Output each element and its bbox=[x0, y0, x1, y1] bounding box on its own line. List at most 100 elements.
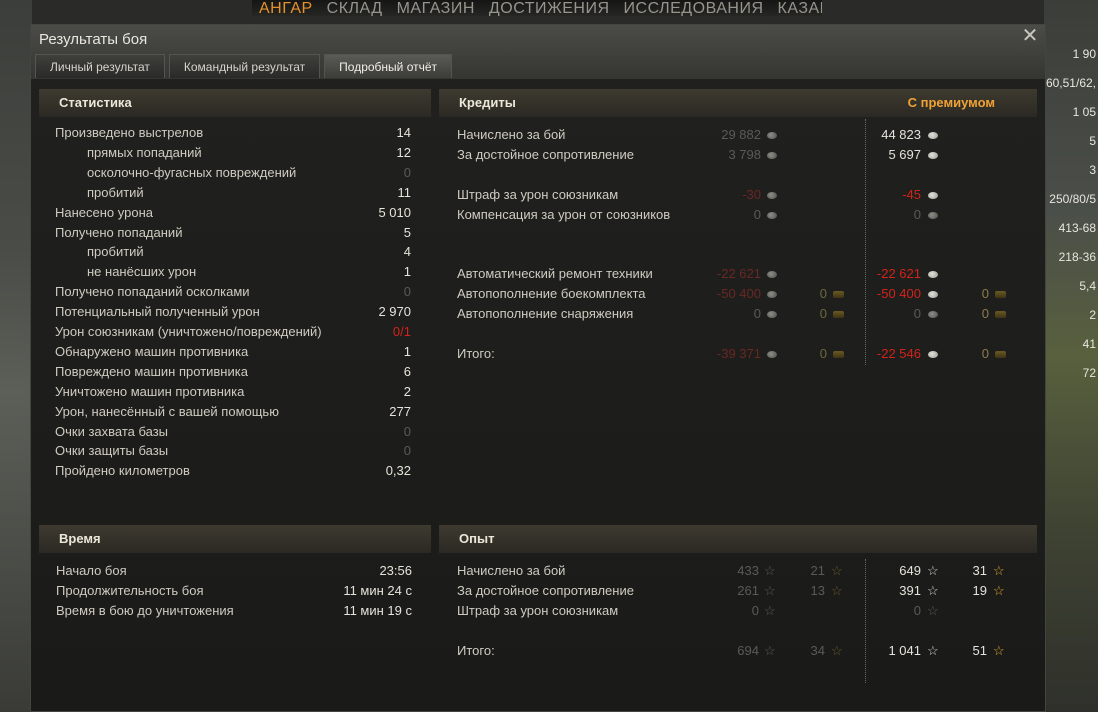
background-vehicle-stats: 1 90 60,51/62, 1 05 5 3 250/80/5 413-68 218-36 5… bbox=[1044, 40, 1098, 388]
stat-value: 4 bbox=[403, 244, 411, 260]
gold-star-icon: ☆ bbox=[993, 563, 1005, 578]
stat-value: 0 bbox=[403, 164, 411, 180]
stat-value: 0 bbox=[403, 443, 411, 459]
main-navigation: АНГАР СКЛАД МАГАЗИН ДОСТИЖЕНИЯ ИССЛЕДОВАНИЯ К… bbox=[252, 0, 822, 16]
credit-premium-value: 5 697 bbox=[888, 146, 921, 162]
stat-label: прямых попаданий bbox=[87, 144, 202, 160]
tab-0[interactable]: Личный результат bbox=[35, 54, 165, 78]
nav-item-5[interactable]: КАЗАРМА bbox=[771, 1, 823, 17]
background-stat: 5,4 bbox=[1079, 279, 1096, 293]
credit-premium-value: 44 823 bbox=[881, 127, 921, 142]
silver-coin-icon bbox=[928, 291, 938, 299]
credits-title: Кредиты bbox=[459, 95, 516, 110]
credit-label: Итого: bbox=[457, 345, 495, 361]
nav-item-0[interactable]: АНГАР bbox=[252, 1, 320, 17]
stat-label: Обнаружено машин противника bbox=[55, 343, 249, 359]
stat-label: Произведено выстрелов bbox=[55, 125, 204, 140]
credit-label: За достойное сопротивление bbox=[457, 146, 634, 162]
credit-label: Автопополнение снаряжения bbox=[457, 306, 634, 322]
time-label: Время в бою до уничтожения bbox=[56, 603, 234, 618]
statistics-header: Статистика bbox=[39, 89, 431, 117]
star-icon: ☆ bbox=[927, 603, 939, 618]
stat-value: 6 bbox=[403, 363, 411, 379]
close-icon[interactable]: ✕ bbox=[1021, 26, 1039, 46]
silver-coin-icon bbox=[928, 211, 938, 219]
credit-premium-value: -22 546 bbox=[876, 345, 921, 361]
gold-star-icon: ☆ bbox=[831, 583, 843, 598]
star-icon: ☆ bbox=[764, 563, 776, 578]
stat-value: 0,32 bbox=[385, 463, 411, 479]
free-xp-premium-value: 31 bbox=[972, 563, 987, 578]
xp-premium-value: 391 bbox=[899, 583, 921, 598]
gold-premium-value: 0 bbox=[981, 286, 989, 302]
background-stat: 1 90 bbox=[1072, 47, 1096, 61]
background-stat: 41 bbox=[1082, 337, 1096, 351]
xp-premium-value: 0 bbox=[913, 603, 921, 618]
gold-premium-value: 0 bbox=[981, 345, 989, 361]
star-icon: ☆ bbox=[927, 563, 939, 578]
tab-1[interactable]: Командный результат bbox=[168, 54, 321, 78]
gold-base-value: 0 bbox=[819, 286, 827, 302]
gold-star-icon: ☆ bbox=[993, 583, 1005, 598]
time-header: Время bbox=[39, 525, 431, 553]
stat-label: пробитий bbox=[87, 244, 144, 260]
background-stat: 3 bbox=[1089, 163, 1096, 177]
silver-coin-icon bbox=[928, 271, 938, 279]
credit-premium-value: -45 bbox=[902, 186, 921, 202]
stat-value: 2 bbox=[403, 383, 411, 399]
credit-label: Автоматический ремонт техники bbox=[457, 266, 653, 282]
stat-label: не нанёсших урон bbox=[87, 264, 197, 280]
tab-2[interactable]: Подробный отчёт bbox=[324, 54, 453, 78]
stat-label: Нанесено урона bbox=[55, 204, 154, 220]
silver-coin-icon bbox=[767, 151, 777, 159]
silver-coin-icon bbox=[767, 311, 777, 319]
xp-label: Итого: bbox=[457, 643, 495, 658]
credit-premium-value: -22 621 bbox=[876, 266, 921, 282]
silver-coin-icon bbox=[928, 311, 938, 319]
xp-base-value: 261 bbox=[737, 583, 759, 598]
background-stat: 1 05 bbox=[1072, 105, 1096, 119]
stat-label: Повреждено машин противника bbox=[55, 363, 248, 379]
credits-premium-divider bbox=[865, 119, 866, 365]
stat-value: 5 010 bbox=[378, 204, 411, 220]
credit-label: Штраф за урон союзникам bbox=[457, 186, 619, 202]
star-icon: ☆ bbox=[927, 643, 939, 658]
silver-coin-icon bbox=[767, 291, 777, 299]
silver-coin-icon bbox=[928, 191, 938, 199]
experience-premium-divider bbox=[865, 559, 866, 683]
credits-header: Кредиты С премиумом bbox=[439, 89, 1037, 117]
battle-results-dialog: Результаты боя ✕ Личный результат Командн… bbox=[30, 24, 1046, 712]
background-stat: 413-68 bbox=[1058, 221, 1096, 235]
credit-label: Начислено за бой bbox=[457, 127, 566, 142]
credit-base-value: -50 400 bbox=[716, 286, 761, 302]
stat-value: 1 bbox=[403, 343, 411, 359]
stat-label: Урон союзникам (уничтожено/повреждений) bbox=[55, 324, 322, 339]
nav-item-2[interactable]: МАГАЗИН bbox=[390, 1, 482, 17]
background-stat: 2 bbox=[1089, 308, 1096, 322]
xp-base-value: 433 bbox=[737, 563, 759, 578]
stat-value: 11 bbox=[397, 184, 412, 200]
stat-label: осколочно-фугасных повреждений bbox=[87, 164, 297, 180]
nav-item-4[interactable]: ИССЛЕДОВАНИЯ bbox=[617, 1, 771, 17]
nav-item-3[interactable]: ДОСТИЖЕНИЯ bbox=[482, 1, 617, 17]
silver-coin-icon bbox=[767, 132, 777, 139]
star-icon: ☆ bbox=[764, 603, 776, 618]
star-icon: ☆ bbox=[764, 583, 776, 598]
dialog-header: Результаты боя ✕ Личный результат Командн… bbox=[31, 25, 1045, 79]
xp-label: Штраф за урон союзникам bbox=[457, 603, 619, 618]
stat-label: Получено попаданий bbox=[55, 224, 183, 240]
silver-coin-icon bbox=[767, 350, 777, 358]
free-xp-premium-value: 19 bbox=[972, 583, 987, 598]
stat-value: 1 bbox=[403, 264, 411, 280]
nav-item-1[interactable]: СКЛАД bbox=[320, 1, 390, 17]
silver-coin-icon bbox=[767, 191, 777, 199]
stat-label: пробитий bbox=[87, 184, 144, 200]
gold-bar-icon bbox=[995, 291, 1006, 299]
time-value: 11 мин 24 с bbox=[343, 583, 412, 598]
time-value: 11 мин 19 с bbox=[343, 603, 412, 618]
xp-premium-value: 649 bbox=[899, 563, 921, 578]
credit-premium-value: 0 bbox=[913, 306, 921, 322]
experience-header: Опыт bbox=[439, 525, 1037, 553]
credit-base-value: -30 bbox=[742, 186, 761, 202]
credit-base-value: 0 bbox=[753, 206, 761, 222]
